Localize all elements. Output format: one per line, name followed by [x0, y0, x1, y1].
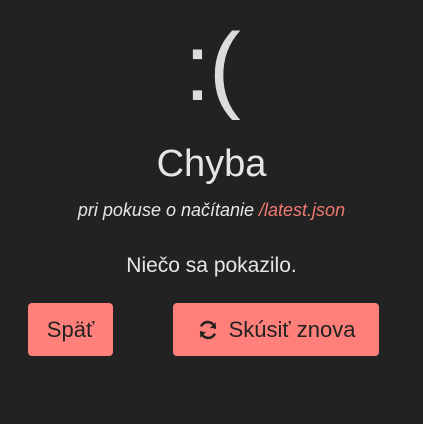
back-button-label: Späť [46, 317, 95, 342]
requested-path: /latest.json [259, 200, 346, 220]
sad-face-emoticon: :( [184, 14, 241, 121]
retry-button-label: Skúsiť znova [228, 317, 356, 342]
refresh-icon [197, 319, 219, 341]
error-subtitle: pri pokuse o načítanie /latest.json [0, 198, 423, 222]
error-message: Niečo sa pokazilo. [126, 254, 297, 277]
error-page: :( Chyba pri pokuse o načítanie /latest.… [0, 0, 423, 424]
retry-button[interactable]: Skúsiť znova [173, 303, 379, 356]
subtitle-prefix: pri pokuse o načítanie [77, 200, 260, 220]
back-button[interactable]: Späť [28, 303, 113, 356]
error-title: Chyba [156, 143, 267, 185]
